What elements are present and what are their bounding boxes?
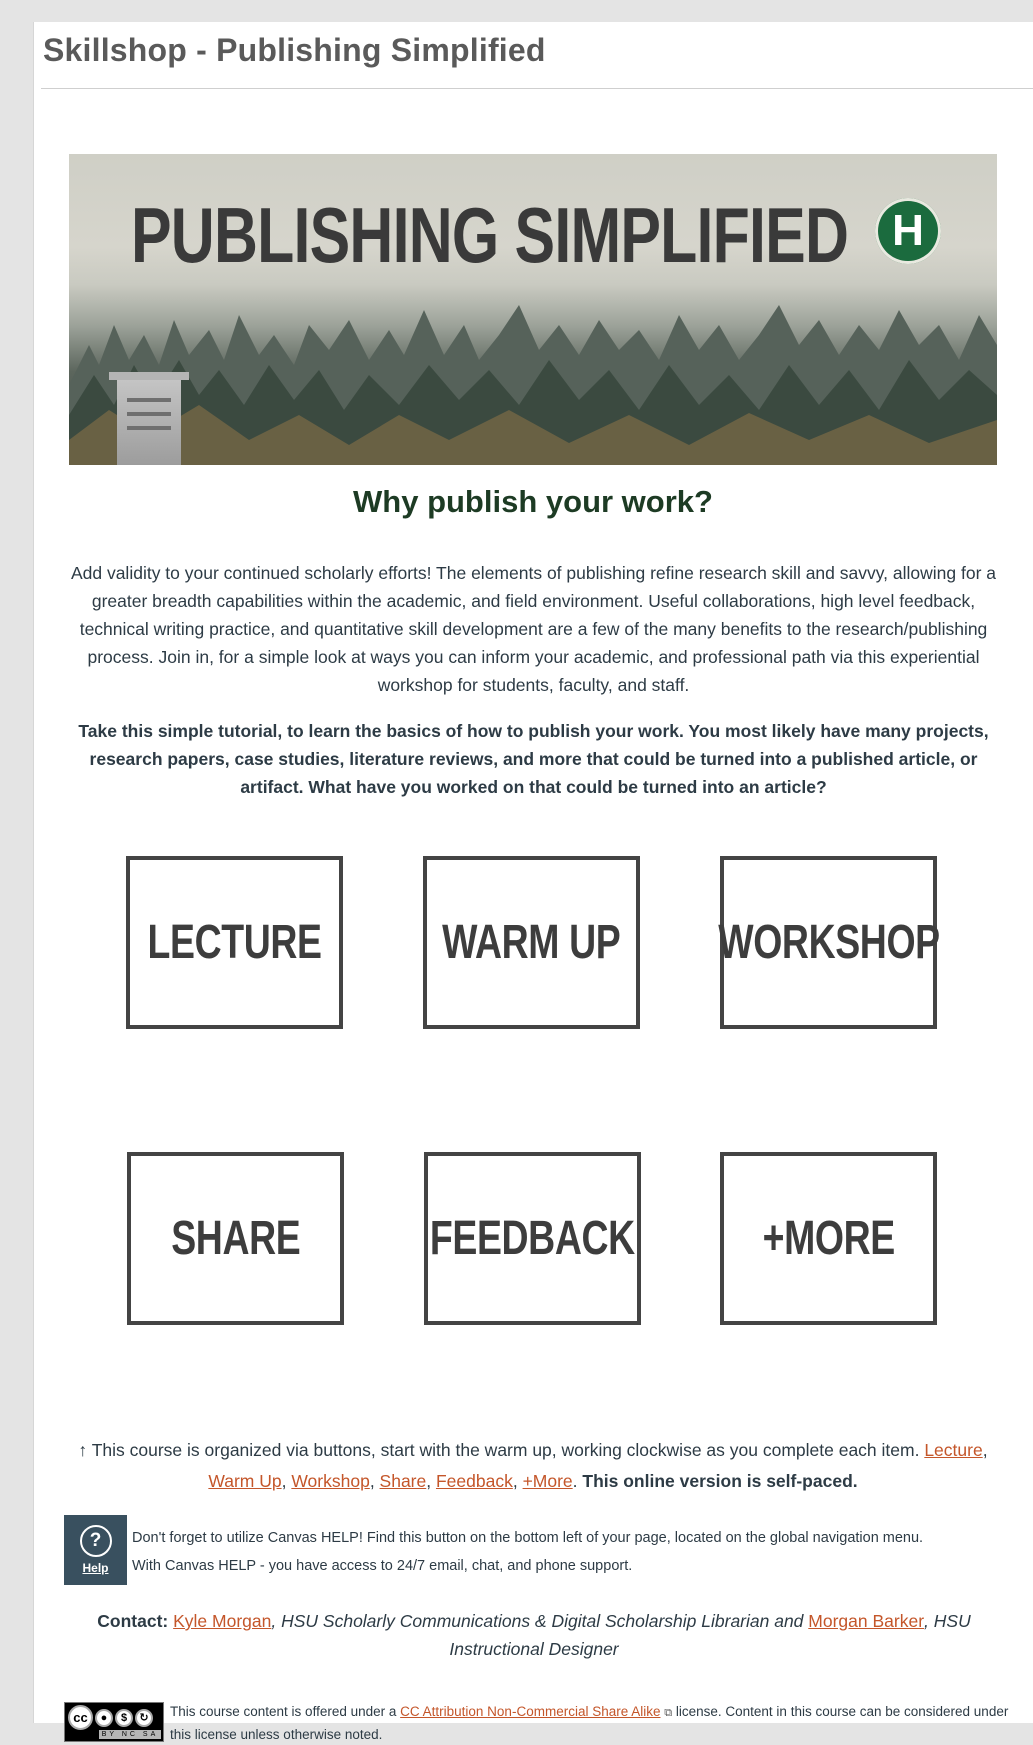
feedback-button[interactable]: FEEDBACK xyxy=(424,1152,641,1325)
workshop-link[interactable]: Workshop xyxy=(291,1471,369,1491)
workshop-button-label: WORKSHOP xyxy=(717,916,940,969)
help-label: Help xyxy=(82,1561,109,1575)
self-paced-note: This online version is self-paced. xyxy=(582,1471,858,1491)
by-icon: ● xyxy=(95,1708,113,1727)
intro-paragraph: Add validity to your continued scholarly… xyxy=(70,563,997,695)
lecture-button[interactable]: LECTURE xyxy=(126,856,343,1029)
help-text: Don't forget to utilize Canvas HELP! Fin… xyxy=(132,1524,1022,1580)
contact-label: Contact: xyxy=(97,1611,169,1631)
contact-info: Contact: Kyle Morgan, HSU Scholarly Comm… xyxy=(89,1607,979,1663)
feedback-button-label: FEEDBACK xyxy=(430,1212,635,1265)
separator: , xyxy=(369,1471,380,1491)
feedback-link[interactable]: Feedback xyxy=(436,1471,513,1491)
lecture-button-label: LECTURE xyxy=(147,916,322,969)
share-button-label: SHARE xyxy=(170,1212,301,1265)
license-link[interactable]: CC Attribution Non-Commercial Share Alik… xyxy=(400,1704,660,1719)
campus-building xyxy=(109,372,189,465)
warm-up-button[interactable]: WARM UP xyxy=(423,856,640,1029)
contact-role-1: , HSU Scholarly Communications & Digital… xyxy=(271,1611,809,1631)
separator: , xyxy=(512,1471,523,1491)
separator: , xyxy=(982,1440,988,1460)
tutorial-paragraph: Take this simple tutorial, to learn the … xyxy=(78,721,989,797)
title-divider xyxy=(41,88,1033,89)
contact-link-morgan-barker[interactable]: Morgan Barker xyxy=(808,1611,924,1631)
help-line-2: With Canvas HELP - you have access to 24… xyxy=(132,1558,633,1574)
up-arrow-icon: ↑ xyxy=(78,1440,88,1460)
help-line-1: Don't forget to utilize Canvas HELP! Fin… xyxy=(132,1530,924,1546)
more-button-label: +MORE xyxy=(762,1212,895,1265)
hsu-logo: H xyxy=(875,198,941,264)
separator: , xyxy=(281,1471,292,1491)
cc-band-text: BY NC SA xyxy=(99,1730,161,1739)
question-mark-icon: ? xyxy=(79,1525,112,1557)
external-link-icon: ⧉ xyxy=(664,1707,673,1719)
lecture-link[interactable]: Lecture xyxy=(924,1440,982,1460)
more-button[interactable]: +MORE xyxy=(720,1152,937,1325)
sa-icon: ↻ xyxy=(135,1708,153,1727)
forest-illustration xyxy=(69,305,997,465)
share-button[interactable]: SHARE xyxy=(127,1152,344,1325)
share-link[interactable]: Share xyxy=(380,1471,427,1491)
period: . xyxy=(572,1471,583,1491)
warm-up-button-label: WARM UP xyxy=(442,916,621,969)
why-publish-heading: Why publish your work? xyxy=(353,484,713,519)
separator: , xyxy=(426,1471,436,1491)
nc-icon: $ xyxy=(115,1708,133,1727)
cc-license-badge: cc ● $ ↻ BY NC SA xyxy=(64,1702,164,1742)
page-title: Skillshop - Publishing Simplified xyxy=(43,32,546,68)
contact-link-kyle-morgan[interactable]: Kyle Morgan xyxy=(173,1611,271,1631)
course-organization-note: ↑ This course is organized via buttons, … xyxy=(74,1435,992,1497)
banner-image: PUBLISHING SIMPLIFIED H xyxy=(69,154,997,465)
more-link[interactable]: +More xyxy=(523,1471,573,1491)
organization-text: This course is organized via buttons, st… xyxy=(87,1440,925,1460)
course-page: Skillshop - Publishing Simplified PUBLIS… xyxy=(33,22,1033,1742)
license-text: This course content is offered under a C… xyxy=(170,1701,1030,1745)
warm-up-link[interactable]: Warm Up xyxy=(208,1471,281,1491)
workshop-button[interactable]: WORKSHOP xyxy=(717,856,940,1029)
license-text-before: This course content is offered under a xyxy=(170,1704,401,1719)
canvas-help-badge: ? Help xyxy=(64,1515,127,1585)
cc-icon: cc xyxy=(68,1705,93,1730)
